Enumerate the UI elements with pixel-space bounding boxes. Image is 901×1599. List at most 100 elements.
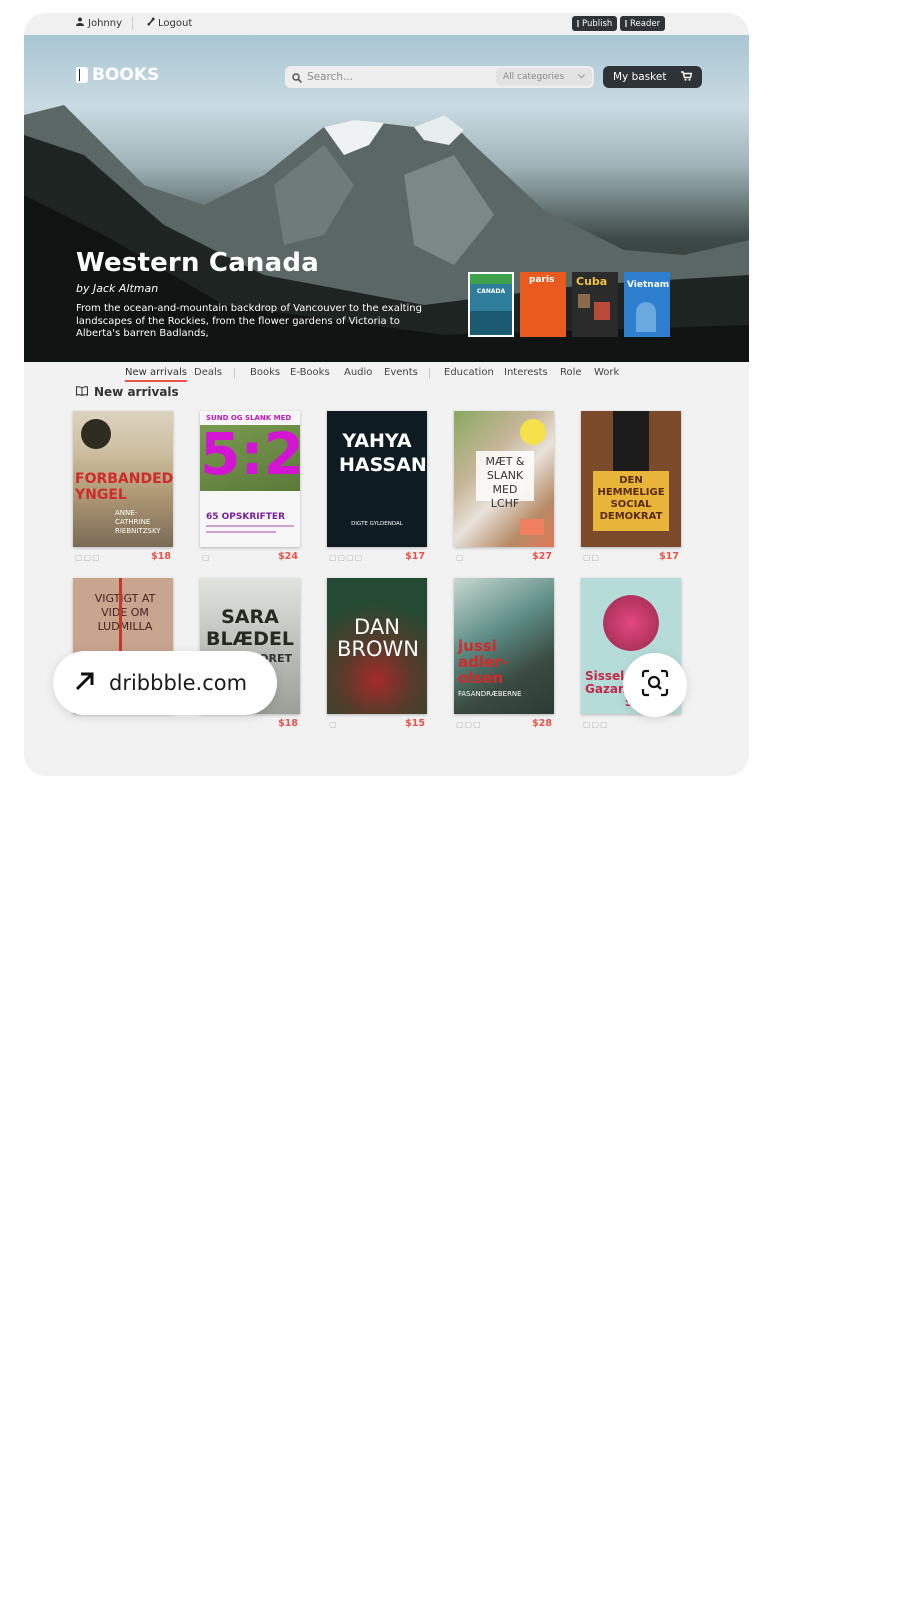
format-icons: ▢ [202,553,211,562]
book-title: 5:2 [200,420,300,488]
section-title: New arrivals [94,385,179,399]
divider [234,368,235,379]
user-icon [76,17,84,29]
book-cover[interactable]: MÆT & SLANK MED LCHF [454,411,554,547]
book-cover[interactable]: FORBANDEDE YNGEL ANNE-CATHRINE RIEBNITZS… [73,411,173,547]
logout-label: Logout [158,17,193,29]
hero-description: From the ocean-and-mountain backdrop of … [76,303,422,339]
nav-work[interactable]: Work [594,367,619,378]
divider [132,17,133,30]
book-author: ANNE-CATHRINE RIEBNITZSKY [115,509,161,535]
book-cover[interactable]: DEN HEMMELIGE SOCIAL DEMOKRAT [581,411,681,547]
arrow-up-right-icon [73,669,97,697]
format-icons: ▢▢▢ [75,553,101,562]
reader-icon [625,20,627,27]
book-meta: ▢▢▢ $18 [73,551,173,563]
hero-banner[interactable]: BOOKS Search... All categories My basket… [24,35,749,362]
book-publisher: DIGTE GYLDENDAL [351,521,403,527]
books-logo[interactable]: BOOKS [76,65,159,85]
format-icons: ▢ [329,720,338,729]
book-title: FORBANDEDE YNGEL [75,471,173,503]
reader-button[interactable]: Reader [620,16,665,31]
book-cover[interactable]: SUND OG SLANK MED 5:2 65 OPSKRIFTER [200,411,300,547]
publish-icon [577,20,579,27]
book-price: $17 [405,551,425,562]
book-logo-icon [76,67,88,83]
search-bar[interactable]: Search... All categories [285,66,594,88]
book-meta: ▢▢▢ $28 [454,718,554,730]
logout-link[interactable]: Logout [147,17,192,29]
format-icons: ▢▢▢ [456,720,482,729]
book-meta: ▢ $24 [200,551,300,563]
format-icons: ▢▢▢▢ [329,553,364,562]
search-input[interactable]: Search... [307,71,496,83]
featured-book-title: Vietnam [627,280,670,290]
book-meta: ▢▢▢▢ $17 [327,551,427,563]
open-book-icon [75,385,89,399]
visual-search-button[interactable] [623,653,687,717]
logo-text: BOOKS [92,65,160,85]
nav-deals[interactable]: Deals [194,367,222,378]
book-price: $18 [151,551,171,562]
nav-education[interactable]: Education [444,367,494,378]
dribbble-link[interactable]: dribbble.com [53,651,277,715]
visual-search-icon [640,668,670,702]
book-title: DEN HEMMELIGE SOCIAL DEMOKRAT [597,475,665,522]
featured-book-paris[interactable]: paris [520,272,566,337]
publish-label: Publish [582,18,613,29]
book-cover[interactable]: jussi adler-olsen FASANDRÆBERNE [454,578,554,714]
book-price: $28 [532,718,552,729]
book-cover[interactable]: DAN BROWN [327,578,427,714]
book-title: VIGTIGT AT VIDE OM LUDMILLA [94,592,156,633]
basket-label: My basket [613,71,667,83]
nav-audio[interactable]: Audio [344,367,372,378]
book-title: SARA BLÆDEL [205,606,295,650]
nav-role[interactable]: Role [560,367,582,378]
book-price: $15 [405,718,425,729]
featured-book-canada[interactable]: CANADA [468,272,514,337]
book-title: jussi adler-olsen [458,637,508,687]
user-name: Johnny [88,17,122,29]
user-menu[interactable]: Johnny [76,17,122,29]
nav-ebooks[interactable]: E-Books [290,367,330,378]
category-select-value: All categories [503,72,565,82]
hero-title: Western Canada [76,248,319,278]
wrench-icon [147,17,155,29]
chevron-down-icon [578,72,585,82]
book-meta: ▢▢ $17 [581,551,681,563]
book-meta: ▢▢▢ [581,718,681,730]
format-icons: ▢▢ [583,553,601,562]
featured-book-title: CANADA [476,288,506,295]
basket-button[interactable]: My basket [603,66,702,88]
book-price: $17 [659,551,679,562]
divider [429,368,430,379]
book-meta: ▢ $15 [327,718,427,730]
book-subtitle: FASANDRÆBERNE [458,690,522,698]
book-price: $27 [532,551,552,562]
nav-books[interactable]: Books [250,367,280,378]
section-heading: New arrivals [75,385,179,399]
book-price: $24 [278,551,298,562]
reader-label: Reader [630,18,661,29]
featured-book-title: Cuba [576,275,608,288]
book-title: DAN BROWN [337,615,420,661]
cart-icon [681,70,693,84]
category-nav: New arrivals Deals Books E-Books Audio E… [24,364,749,386]
book-meta: $18 [200,718,300,730]
book-cover[interactable]: YAHYA HASSAN DIGTE GYLDENDAL [327,411,427,547]
featured-book-vietnam[interactable]: Vietnam [624,272,670,337]
featured-book-cuba[interactable]: Cuba [572,272,618,337]
source-label: dribbble.com [109,671,248,695]
nav-new-arrivals[interactable]: New arrivals [125,367,187,382]
book-price: $18 [278,718,298,729]
search-icon [292,68,303,87]
nav-events[interactable]: Events [384,367,418,378]
hero-author: by Jack Altman [76,282,159,295]
book-meta: ▢ $27 [454,551,554,563]
book-subtitle: 65 OPSKRIFTER [206,512,286,522]
category-select[interactable]: All categories [496,68,592,86]
nav-interests[interactable]: Interests [504,367,548,378]
publish-button[interactable]: Publish [572,16,617,31]
top-bar: Johnny Logout Publish Reader [24,13,749,35]
book-title: YAHYA HASSAN [339,430,427,476]
